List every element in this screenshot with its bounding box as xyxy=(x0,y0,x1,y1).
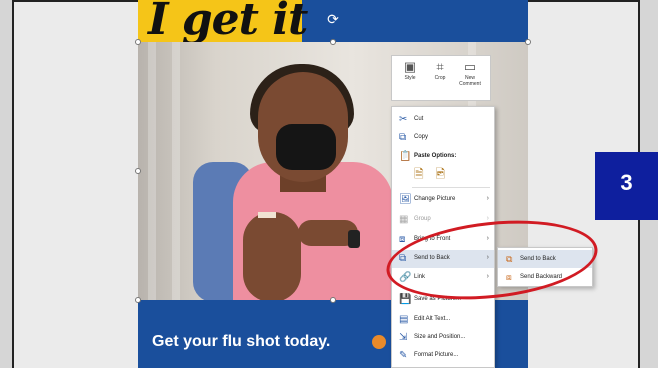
menu-item-copy[interactable]: ⧉ Copy xyxy=(392,129,494,147)
menu-item-cut[interactable]: ✂ Cut xyxy=(392,111,494,129)
size-position-icon: ⇲ xyxy=(399,332,408,343)
format-picture-icon: ✎ xyxy=(399,350,408,361)
banner-dot-icon xyxy=(372,335,386,349)
paste-keep-format-icon[interactable]: 🗎 xyxy=(414,165,428,181)
menu-item-change-picture[interactable]: 🖼 Change Picture › xyxy=(392,191,494,209)
selection-handle-left[interactable] xyxy=(135,168,141,174)
menu-item-size-and-position[interactable]: ⇲ Size and Position... xyxy=(392,329,494,347)
menu-item-paste-options: 📋 Paste Options: xyxy=(399,151,457,162)
selection-handle-top[interactable] xyxy=(330,39,336,45)
selection-handle-bottom[interactable] xyxy=(330,297,336,303)
chevron-right-icon: › xyxy=(486,215,489,222)
menu-item-format-picture[interactable]: ✎ Format Picture... xyxy=(392,347,494,365)
crop-button[interactable]: ⌗ Crop xyxy=(426,59,454,99)
paste-picture-icon[interactable]: 🖻 xyxy=(435,165,449,181)
selection-handle-top-left[interactable] xyxy=(135,39,141,45)
crop-icon: ⌗ xyxy=(436,59,444,74)
menu-separator xyxy=(412,187,490,188)
bandage-shape xyxy=(258,212,276,218)
new-comment-button[interactable]: ▭ New Comment xyxy=(456,59,484,99)
change-picture-icon: 🖼 xyxy=(399,194,412,205)
face-mask-shape xyxy=(276,124,336,170)
alt-text-icon: ▤ xyxy=(399,314,409,325)
paste-icon: 📋 xyxy=(399,151,412,162)
banner-text: Get your flu shot today. xyxy=(152,333,331,350)
selection-handle-top-right[interactable] xyxy=(525,39,531,45)
comment-icon: ▭ xyxy=(463,59,477,74)
scissors-icon: ✂ xyxy=(399,114,408,125)
style-button[interactable]: ▣ Style xyxy=(396,59,424,99)
group-icon: ▦ xyxy=(399,214,409,225)
selection-handle-bottom-left[interactable] xyxy=(135,297,141,303)
arm-shape xyxy=(243,212,301,300)
menu-item-edit-alt-text[interactable]: ▤ Edit Alt Text... xyxy=(392,311,494,329)
step-number: 3 xyxy=(620,170,633,195)
save-picture-icon: 💾 xyxy=(399,294,412,305)
bring-to-front-icon: ⧈ xyxy=(399,234,406,245)
chevron-right-icon: › xyxy=(486,195,489,202)
copy-icon: ⧉ xyxy=(399,132,407,143)
step-badge: 3 xyxy=(595,152,658,220)
paste-options-group: 🗎 🖻 xyxy=(414,165,452,183)
poster-headline: I get it xyxy=(148,0,308,45)
rotate-handle-icon[interactable]: ⟳ xyxy=(326,12,340,26)
mini-toolbar: ▣ Style ⌗ Crop ▭ New Comment xyxy=(391,55,491,101)
watch-shape xyxy=(348,230,360,248)
style-icon: ▣ xyxy=(403,59,417,74)
